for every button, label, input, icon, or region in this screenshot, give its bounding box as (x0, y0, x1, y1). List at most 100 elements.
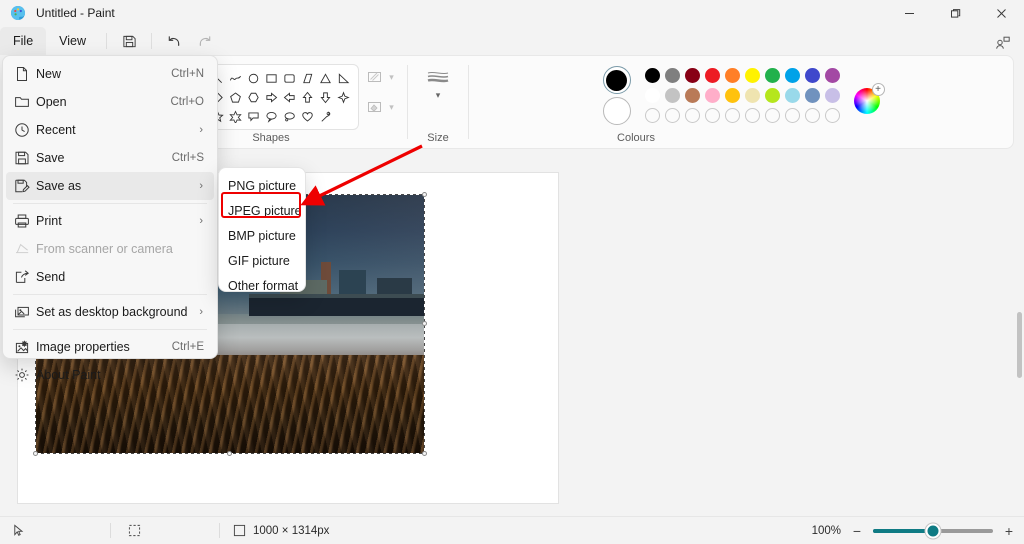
file-menu-item-open[interactable]: OpenCtrl+O (6, 88, 214, 116)
maximize-button[interactable] (932, 0, 978, 26)
rounded-callout-shape[interactable] (245, 107, 262, 125)
resize-handle-ne[interactable] (422, 192, 427, 197)
colour-swatch-row2-9[interactable] (805, 88, 820, 103)
size-lines-icon (425, 68, 451, 88)
colour-swatch-row2-6[interactable] (745, 88, 760, 103)
right-arrow-shape[interactable] (263, 88, 280, 106)
zoom-slider[interactable] (873, 529, 993, 533)
cloud-callout-shape[interactable] (281, 107, 298, 125)
rectangle-shape[interactable] (263, 69, 280, 87)
save-as-submenu: PNG pictureJPEG pictureBMP pictureGIF pi… (218, 167, 306, 292)
left-arrow-shape[interactable] (281, 88, 298, 106)
size-button[interactable]: ▾ (425, 68, 451, 101)
colour-swatch-row3-10[interactable] (825, 108, 840, 123)
chevron-right-icon: › (199, 180, 203, 192)
resize-handle-se[interactable] (422, 451, 427, 456)
colour-swatch-row3-2[interactable] (665, 108, 680, 123)
minimize-button[interactable] (886, 0, 932, 26)
curve-shape[interactable] (227, 69, 244, 87)
menu-file[interactable]: File (0, 27, 46, 55)
save-icon[interactable] (114, 29, 144, 53)
file-menu-item-set-as-desktop-background[interactable]: Set as desktop background› (6, 298, 214, 326)
resize-handle-e[interactable] (422, 321, 427, 326)
colour-swatch-row1-8[interactable] (785, 68, 800, 83)
colour-swatch-row1-10[interactable] (825, 68, 840, 83)
save-as-item-png-picture[interactable]: PNG picture (219, 173, 305, 198)
colour-swatch-row1-2[interactable] (665, 68, 680, 83)
six-point-star-shape[interactable] (227, 107, 244, 125)
colour-swatch-row3-3[interactable] (685, 108, 700, 123)
file-menu-item-about-paint[interactable]: About Paint (6, 361, 214, 389)
oval-shape[interactable] (245, 69, 262, 87)
file-menu-item-print[interactable]: Print› (6, 207, 214, 235)
colour-swatch-row2-2[interactable] (665, 88, 680, 103)
colour-swatch-row2-7[interactable] (765, 88, 780, 103)
file-menu-item-send[interactable]: Send (6, 263, 214, 291)
new-document-icon (14, 66, 36, 82)
outline-dropdown[interactable]: ▾ (367, 69, 394, 85)
file-menu-item-from-scanner-or-camera: From scanner or camera (6, 235, 214, 263)
colour-swatch-row3-7[interactable] (765, 108, 780, 123)
colour-swatch-row1-7[interactable] (765, 68, 780, 83)
pentagon-shape[interactable] (227, 88, 244, 106)
zoom-out-button[interactable]: − (850, 523, 864, 539)
edit-colours-button[interactable]: + (854, 88, 880, 114)
up-arrow-shape[interactable] (299, 88, 316, 106)
undo-icon[interactable] (159, 29, 189, 53)
chevron-right-icon: › (199, 306, 203, 318)
right-triangle-shape[interactable] (335, 69, 352, 87)
zoom-slider-thumb[interactable] (926, 523, 941, 538)
save-as-item-gif-picture[interactable]: GIF picture (219, 248, 305, 273)
file-menu-item-save[interactable]: SaveCtrl+S (6, 144, 214, 172)
file-menu-item-new[interactable]: NewCtrl+N (6, 60, 214, 88)
colour-swatch-row1-9[interactable] (805, 68, 820, 83)
colour-swatch-row3-8[interactable] (785, 108, 800, 123)
colour-swatch-row2-8[interactable] (785, 88, 800, 103)
save-as-item-bmp-picture[interactable]: BMP picture (219, 223, 305, 248)
heart-shape[interactable] (299, 107, 316, 125)
colour-swatch-row1-3[interactable] (685, 68, 700, 83)
zoom-in-button[interactable]: + (1002, 523, 1016, 539)
file-menu-item-recent[interactable]: Recent› (6, 116, 214, 144)
colour-swatch-row3-1[interactable] (645, 108, 660, 123)
chevron-down-icon[interactable]: ▾ (436, 90, 441, 101)
resize-handle-s[interactable] (227, 451, 232, 456)
primary-colour-swatch[interactable] (603, 66, 631, 94)
colour-swatch-row2-4[interactable] (705, 88, 720, 103)
colour-swatch-row2-3[interactable] (685, 88, 700, 103)
down-arrow-shape[interactable] (317, 88, 334, 106)
menu-view[interactable]: View (46, 27, 99, 55)
vertical-scrollbar[interactable] (1017, 312, 1022, 378)
file-menu-item-label: Save (36, 151, 172, 165)
colour-swatch-row2-5[interactable] (725, 88, 740, 103)
colour-swatch-row1-4[interactable] (705, 68, 720, 83)
colour-swatch-row3-4[interactable] (705, 108, 720, 123)
save-as-item-other-format[interactable]: Other format (219, 273, 305, 298)
close-button[interactable] (978, 0, 1024, 26)
secondary-colour-swatch[interactable] (603, 97, 631, 125)
save-as-item-jpeg-picture[interactable]: JPEG picture (219, 198, 305, 223)
fill-dropdown[interactable]: ▾ (367, 99, 394, 115)
window-title: Untitled - Paint (36, 6, 115, 20)
colour-swatch-row2-1[interactable] (645, 88, 660, 103)
colour-swatch-row3-5[interactable] (725, 108, 740, 123)
lightning-shape[interactable] (317, 107, 334, 125)
file-menu-item-image-properties[interactable]: Image propertiesCtrl+E (6, 333, 214, 361)
colour-swatch-row2-10[interactable] (825, 88, 840, 103)
chevron-down-icon[interactable]: ▾ (389, 72, 394, 83)
polygon-shape[interactable] (299, 69, 316, 87)
colour-swatch-row3-9[interactable] (805, 108, 820, 123)
oval-callout-shape[interactable] (263, 107, 280, 125)
file-menu-item-save-as[interactable]: Save as› (6, 172, 214, 200)
four-point-star-shape[interactable] (335, 88, 352, 106)
colour-swatch-row1-6[interactable] (745, 68, 760, 83)
triangle-shape[interactable] (317, 69, 334, 87)
hexagon-shape[interactable] (245, 88, 262, 106)
resize-handle-sw[interactable] (33, 451, 38, 456)
colour-swatch-row1-5[interactable] (725, 68, 740, 83)
rounded-rectangle-shape[interactable] (281, 69, 298, 87)
colour-swatch-row3-6[interactable] (745, 108, 760, 123)
scanner-icon (14, 241, 36, 257)
chevron-down-icon[interactable]: ▾ (389, 102, 394, 113)
colour-swatch-row1-1[interactable] (645, 68, 660, 83)
